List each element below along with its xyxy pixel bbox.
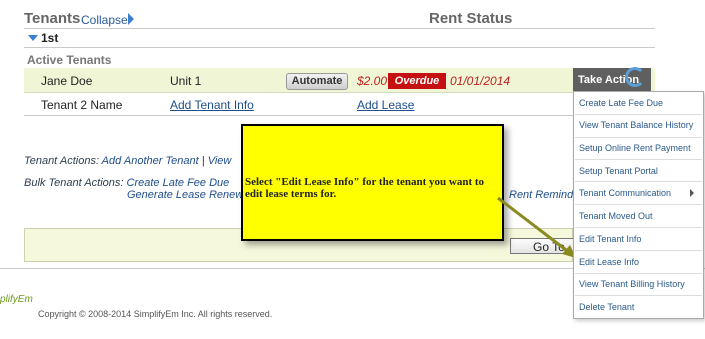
menu-item-delete-tenant[interactable]: Delete Tenant — [579, 302, 634, 312]
menu-divider — [575, 250, 702, 251]
menu-divider — [575, 204, 702, 205]
menu-divider — [575, 137, 702, 138]
menu-divider — [575, 114, 702, 115]
menu-divider — [575, 227, 702, 228]
menu-divider — [575, 159, 702, 160]
menu-item-setup-tenant-portal[interactable]: Setup Tenant Portal — [579, 166, 658, 176]
menu-item-view-billing-history[interactable]: View Tenant Billing History — [579, 279, 685, 289]
menu-item-tenant-communication[interactable]: Tenant Communication — [579, 188, 671, 198]
menu-item-view-balance-history[interactable]: View Tenant Balance History — [579, 120, 693, 130]
menu-divider — [575, 181, 702, 182]
menu-item-edit-tenant-info[interactable]: Edit Tenant Info — [579, 234, 641, 244]
submenu-arrow-icon — [690, 189, 694, 197]
menu-item-create-late-fee[interactable]: Create Late Fee Due — [579, 98, 663, 108]
menu-item-setup-online-rent[interactable]: Setup Online Rent Payment — [579, 143, 691, 153]
menu-item-tenant-moved-out[interactable]: Tenant Moved Out — [579, 211, 653, 221]
menu-divider — [575, 295, 702, 296]
take-action-menu: Create Late Fee Due View Tenant Balance … — [573, 91, 704, 319]
menu-divider — [575, 273, 702, 274]
menu-item-edit-lease-info[interactable]: Edit Lease Info — [579, 257, 639, 267]
